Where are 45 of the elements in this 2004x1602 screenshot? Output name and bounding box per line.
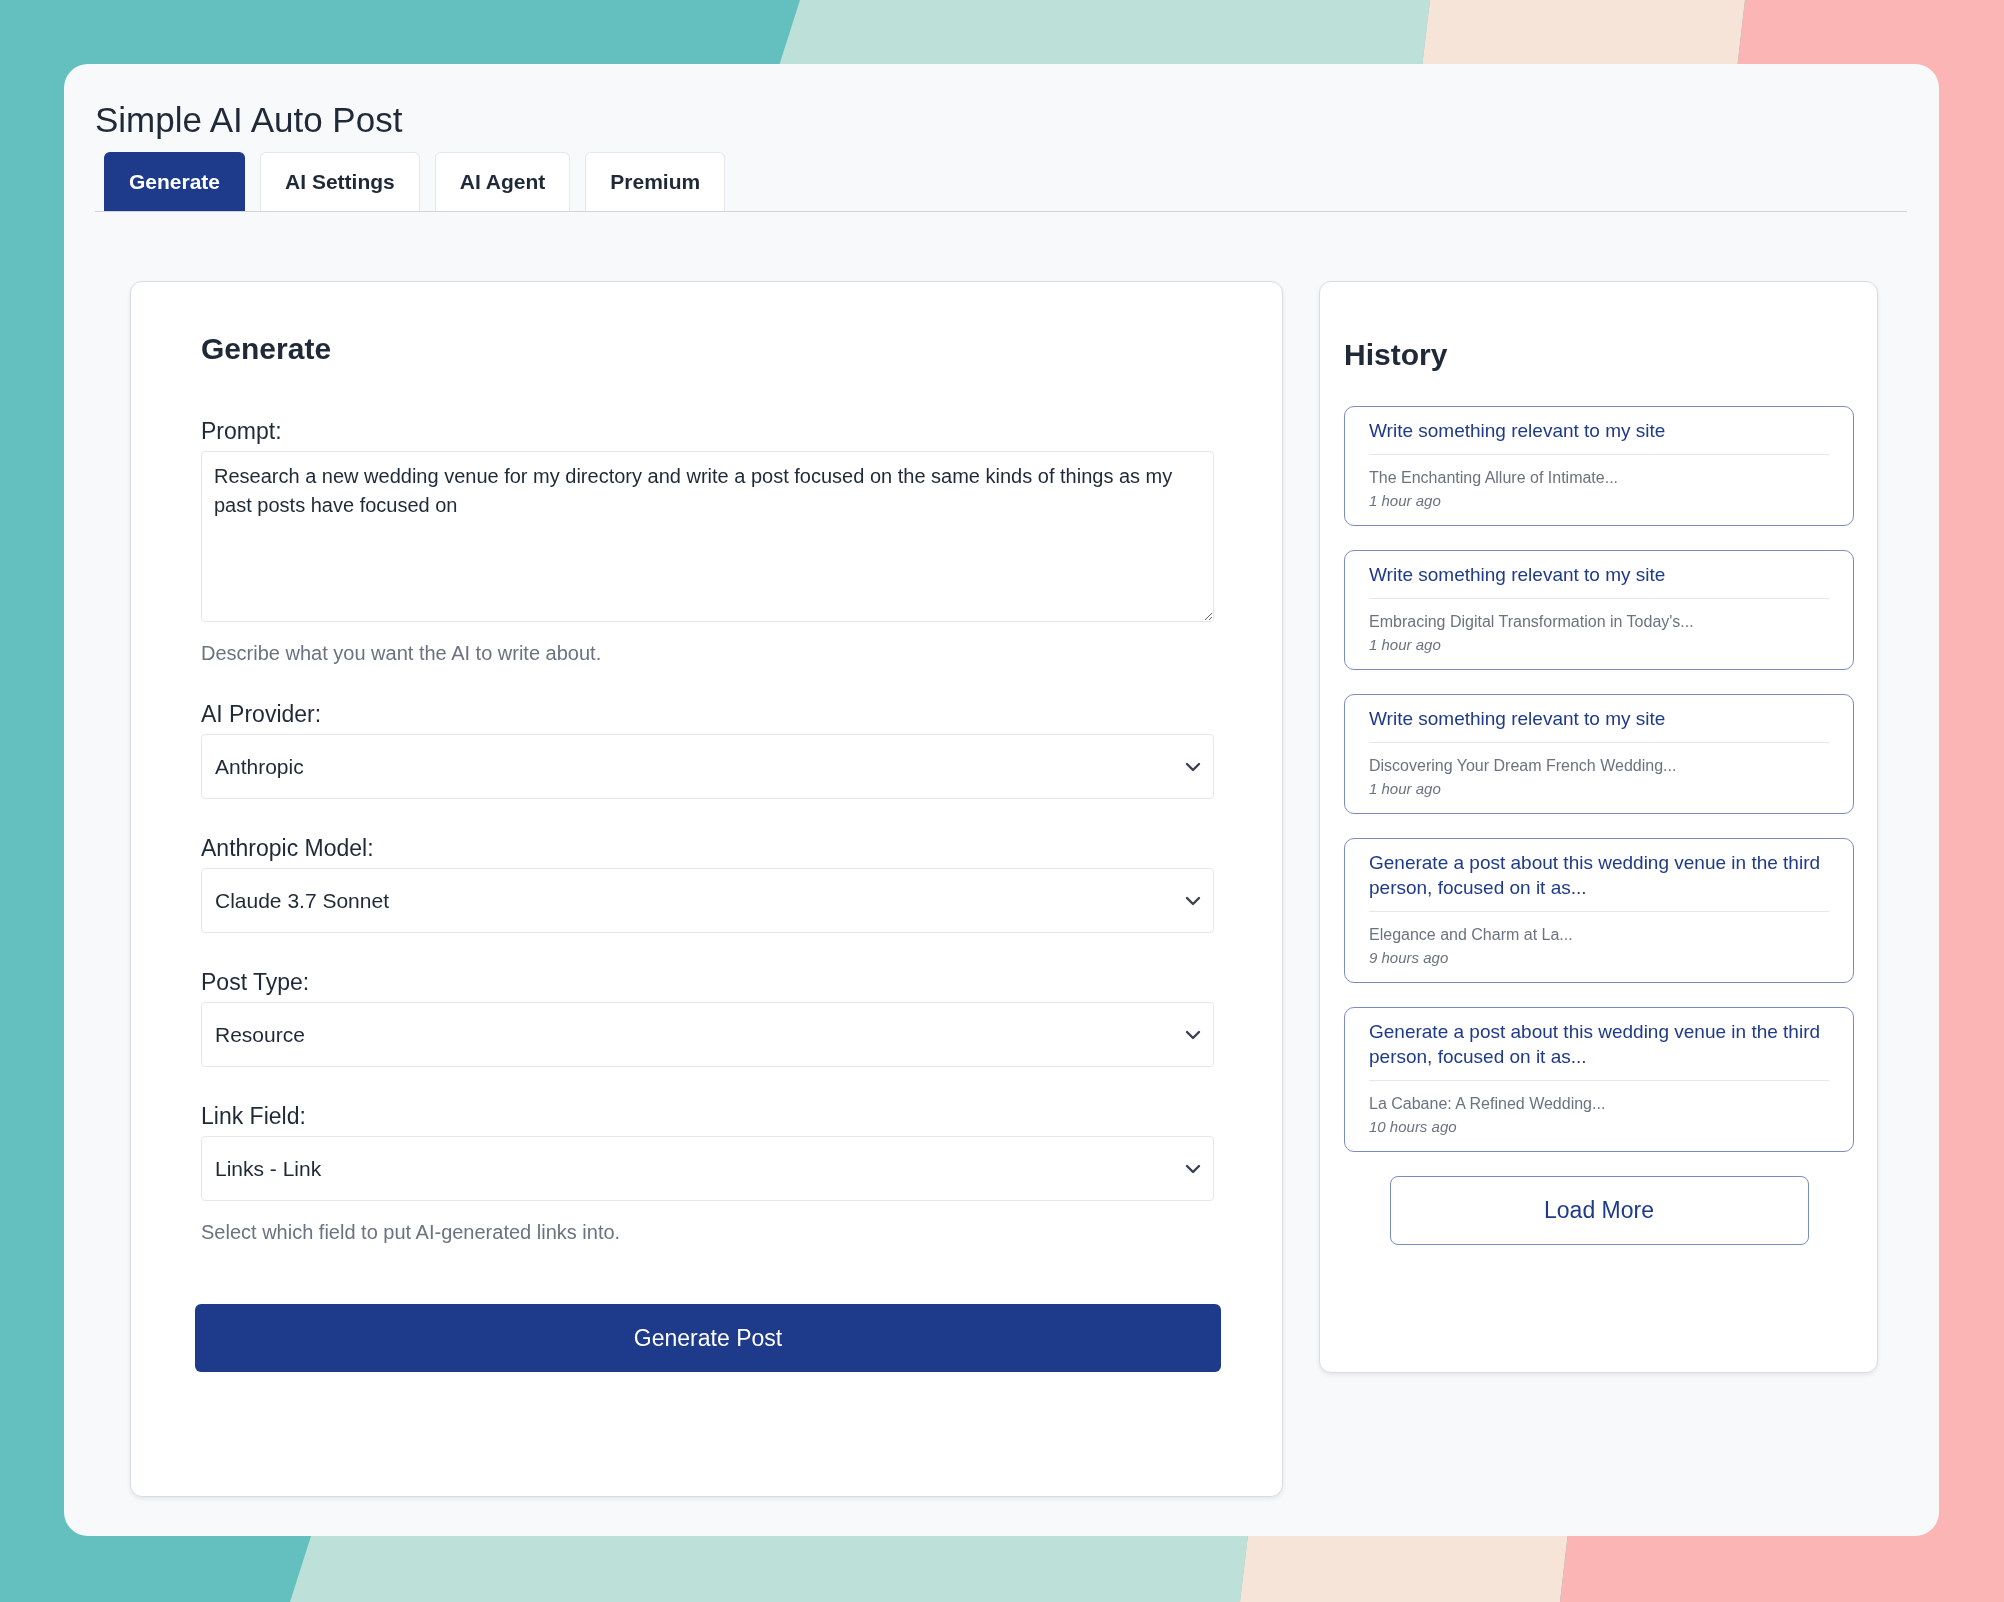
timestamp: 1 hour ago (1369, 491, 1442, 511)
history-prompt: Write something relevant to my site (1369, 418, 1829, 455)
help-text: Describe what you want the AI to write about. (201, 642, 603, 665)
dropdown[interactable]: Links - Link (201, 1136, 1214, 1201)
timestamp: 1 hour ago (1369, 779, 1442, 799)
history-item[interactable]: Write something relevant to my site Discovering Your Dream French Wedding... 1 hour ago (1344, 694, 1854, 814)
history-item[interactable]: Write something relevant to my site Embracing Digital Transformation in Today's... 1 hour ago (1344, 550, 1854, 670)
dropdown[interactable]: Anthropic (201, 734, 1214, 799)
field-label: Anthropic Model: (201, 835, 375, 862)
dropdown[interactable]: Claude 3.7 Sonnet (201, 868, 1214, 933)
tab[interactable]: AI Settings (260, 152, 420, 211)
load-more-button[interactable]: Load More (1389, 1176, 1809, 1245)
field-label: Post Type: (201, 969, 311, 996)
history-item[interactable]: Generate a post about this wedding venue in the third person, focused on it as... La Cabane: A Refined Wedding... 10 hours ago (1344, 1007, 1854, 1152)
post-title: La Cabane: A Refined Wedding... (1369, 1094, 1607, 1114)
timestamp: 1 hour ago (1369, 635, 1442, 655)
dropdown[interactable]: Resource (201, 1002, 1214, 1067)
chevron-down-icon (1185, 1029, 1201, 1040)
app-title: Simple AI Auto Post (95, 99, 403, 141)
timestamp: 10 hours ago (1369, 1117, 1458, 1137)
tab[interactable]: Generate (104, 152, 246, 211)
post-title: Discovering Your Dream French Wedding... (1369, 756, 1678, 776)
tab[interactable]: AI Agent (434, 152, 571, 211)
prompt-field[interactable]: Research a new wedding venue for my directory and write a post focused on the same kinds of things as my past posts have focused on (201, 451, 1214, 622)
chevron-down-icon (1185, 1163, 1201, 1174)
field-label: AI Provider: (201, 701, 323, 728)
history-item[interactable]: Generate a post about this wedding venue in the third person, focused on it as... Elegance and Charm at La... 9 hours ago (1344, 838, 1854, 983)
field-label: Prompt: (201, 418, 283, 445)
history-prompt: Generate a post about this wedding venue in the third person, focused on it as... (1369, 850, 1829, 912)
history-prompt: Write something relevant to my site (1369, 706, 1829, 743)
section-heading: Generate (201, 332, 332, 366)
history-prompt: Generate a post about this wedding venue in the third person, focused on it as... (1369, 1019, 1829, 1081)
field-label: Link Field: (201, 1103, 307, 1130)
chevron-down-icon (1185, 761, 1201, 772)
post-title: Embracing Digital Transformation in Today's... (1369, 612, 1695, 632)
history-item[interactable]: Write something relevant to my site The Enchanting Allure of Intimate... 1 hour ago (1344, 406, 1854, 526)
post-title: The Enchanting Allure of Intimate... (1369, 468, 1620, 488)
chevron-down-icon (1185, 895, 1201, 906)
tab[interactable]: Premium (585, 152, 726, 211)
section-heading: History (1344, 338, 1448, 372)
post-title: Elegance and Charm at La... (1369, 925, 1574, 945)
timestamp: 9 hours ago (1369, 948, 1450, 968)
help-text: Select which field to put AI-generated links into. (201, 1221, 622, 1244)
generate-post-button[interactable]: Generate Post (195, 1304, 1221, 1372)
history-prompt: Write something relevant to my site (1369, 562, 1829, 599)
